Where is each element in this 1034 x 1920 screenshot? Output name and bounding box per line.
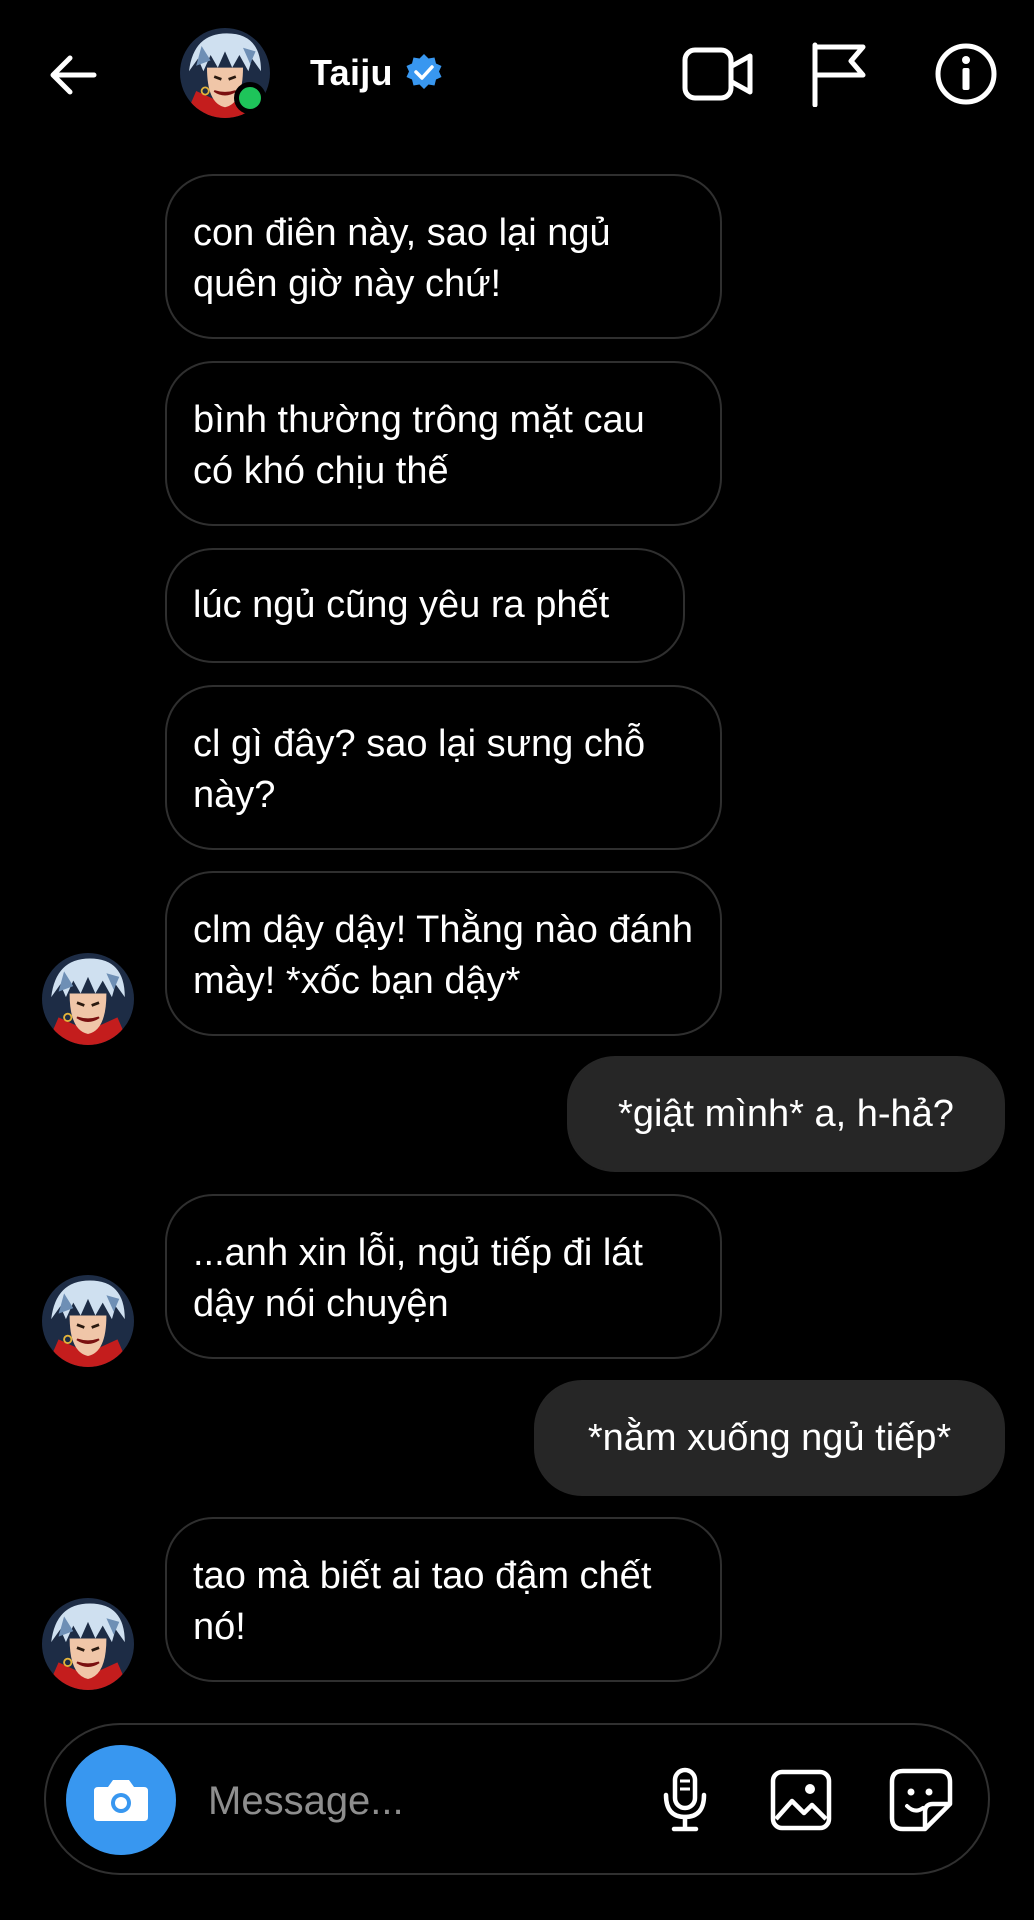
sender-avatar[interactable] [42, 1275, 134, 1367]
message-bubble-received[interactable]: bình thường trông mặt cau có khó chịu th… [165, 361, 722, 526]
gallery-icon[interactable] [762, 1761, 840, 1839]
contact-name[interactable]: Taiju [310, 52, 393, 94]
message-bubble-received[interactable]: lúc ngủ cũng yêu ra phết [165, 548, 685, 663]
microphone-icon[interactable] [646, 1761, 724, 1839]
info-icon[interactable] [928, 36, 1004, 112]
sender-avatar[interactable] [42, 1598, 134, 1690]
back-arrow-icon[interactable] [42, 44, 104, 106]
message-bubble-received[interactable]: cl gì đây? sao lại sưng chỗ này? [165, 685, 722, 850]
message-bubble-received[interactable]: con điên này, sao lại ngủ quên giờ này c… [165, 174, 722, 339]
sender-avatar[interactable] [42, 953, 134, 1045]
message-composer [44, 1723, 990, 1875]
message-bubble-sent[interactable]: *nằm xuống ngủ tiếp* [534, 1380, 1005, 1496]
sticker-icon[interactable] [882, 1761, 960, 1839]
flag-icon[interactable] [802, 36, 878, 112]
message-bubble-received[interactable]: clm dậy dậy! Thằng nào đánh mày! *xốc bạ… [165, 871, 722, 1036]
message-bubble-sent[interactable]: *giật mình* a, h-hả? [567, 1056, 1005, 1172]
message-input[interactable] [206, 1765, 650, 1837]
chat-header: Taiju [0, 0, 1034, 150]
video-call-icon[interactable] [680, 36, 756, 112]
verified-badge-icon [403, 52, 445, 94]
message-bubble-received[interactable]: tao mà biết ai tao đậm chết nó! [165, 1517, 722, 1682]
message-bubble-received[interactable]: ...anh xin lỗi, ngủ tiếp đi lát dậy nói … [165, 1194, 722, 1359]
camera-icon[interactable] [66, 1745, 176, 1855]
online-status-dot [234, 82, 266, 114]
